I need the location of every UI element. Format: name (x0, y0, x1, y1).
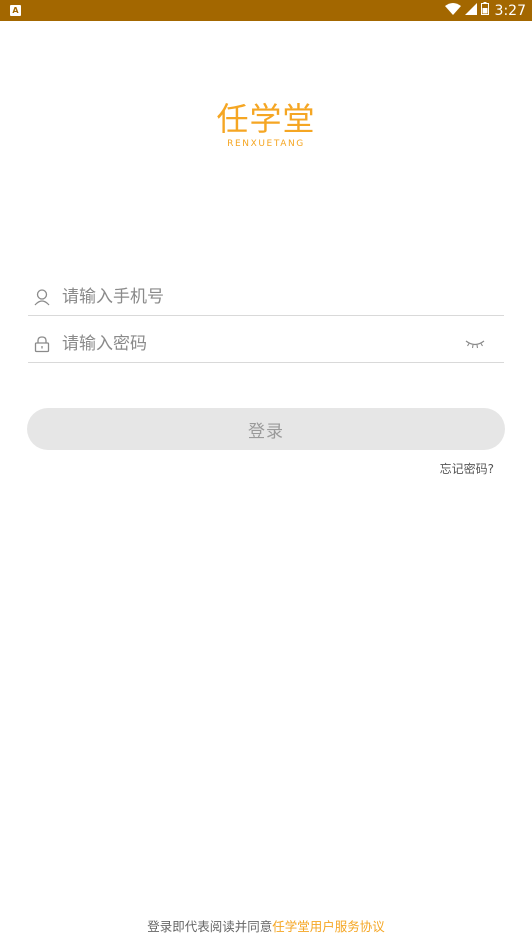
lock-icon (34, 335, 50, 353)
password-input[interactable] (62, 329, 464, 359)
logo-title-en: RENXUETANG (227, 139, 305, 149)
battery-icon (480, 2, 489, 19)
login-screen: A 3:27 任学堂 RENXUETANG 请输入手机号 登录 忘记密码? 登录… (0, 0, 532, 944)
logo-title-cn: 任学堂 (216, 100, 316, 138)
password-field-row (28, 326, 504, 363)
phone-input[interactable] (62, 282, 504, 312)
app-notification-icon: A (10, 5, 21, 16)
agreement-text: 登录即代表阅读并同意任学堂用户服务协议 (0, 916, 532, 935)
user-icon (34, 288, 50, 306)
forgot-password-link[interactable]: 忘记密码? (440, 460, 494, 477)
agreement-prefix: 登录即代表阅读并同意 (147, 919, 273, 934)
cell-signal-icon (464, 2, 477, 19)
hidden-eye-icon[interactable] (464, 338, 486, 350)
status-time: 3:27 (494, 2, 526, 19)
app-logo: 任学堂 RENXUETANG (0, 100, 532, 150)
wifi-icon (444, 2, 461, 19)
status-bar: A 3:27 (0, 0, 532, 21)
phone-field-row (28, 279, 504, 316)
login-button[interactable]: 登录 (27, 408, 505, 450)
user-agreement-link[interactable]: 任学堂用户服务协议 (272, 919, 385, 934)
status-indicators: 3:27 (444, 0, 526, 21)
